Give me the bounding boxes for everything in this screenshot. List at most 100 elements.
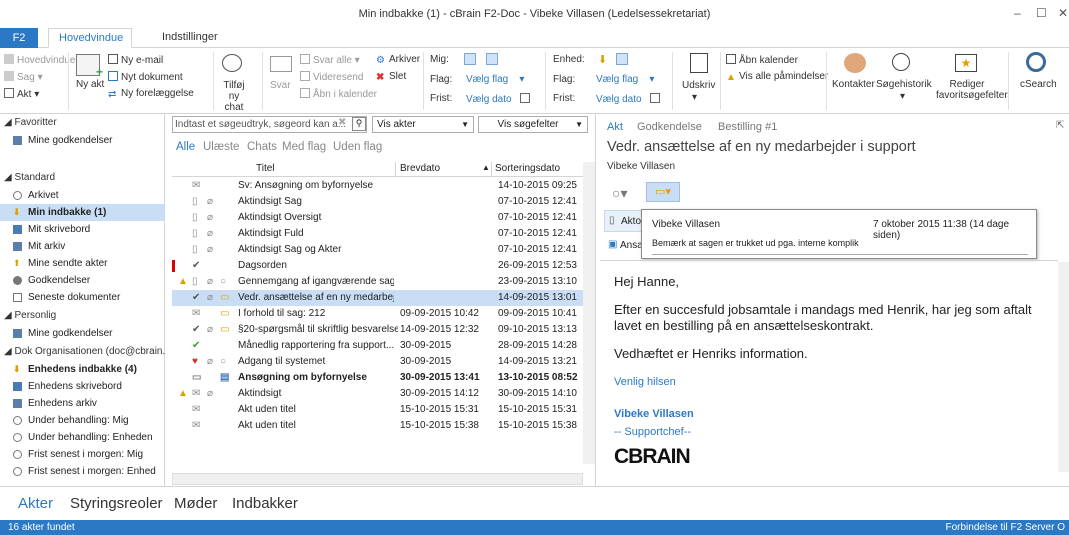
preview-scrollbar[interactable] [1058,262,1069,472]
mig-flag-select[interactable]: Vælg flag ▾ [466,74,524,85]
column-sorteringsdato[interactable]: Sorteringsdato [495,163,560,174]
enhed-frist-picker[interactable]: Vælg dato [596,93,663,105]
sidebar-item-arkivet[interactable]: Arkivet [0,187,165,204]
kontakter-button[interactable]: Kontakter [832,79,875,90]
popout-icon[interactable]: ⇱ [1056,120,1064,131]
svar-button[interactable]: Svar [270,80,291,91]
arkiver-button[interactable]: ⚙ Arkiver [376,54,420,66]
table-row[interactable]: ▯ ⌀ Aktindsigt Sag og Akter 07-10-2015 12:4… [172,242,583,258]
sidebar-item-godkendelser[interactable]: Godkendelser [0,272,165,289]
close-icon[interactable]: ✕ [1058,6,1068,20]
table-row[interactable]: ♥ ⌀ ○ Adgang til systemet 30-09-2015 14-09-20… [172,354,583,370]
sidebar-item-seneste-dokumenter[interactable]: Seneste dokumenter [0,289,165,306]
table-row[interactable]: ▯ ⌀ Aktindsigt Oversigt 07-10-2015 12:41 [172,210,583,226]
column-title[interactable]: Titel [256,163,275,174]
sidebar-item-enhedens-skrivebord[interactable]: Enhedens skrivebord [0,378,165,395]
nav-styringsreoler[interactable]: Styringsreoler [70,495,163,512]
sidebar-item-under-behandling-mig[interactable]: Under behandling: Mig [0,412,165,429]
sidebar-item-frist-enhed[interactable]: Frist senest i morgen: Enhed [0,463,165,480]
table-row-selected[interactable]: ✔ ⌀ ▭ Vedr. ansættelse af en ny medarbej...… [172,290,583,306]
filter-uden-flag[interactable]: Uden flag [333,141,382,153]
filter-ulaeste[interactable]: Ulæste [203,141,239,153]
maximize-icon[interactable]: ☐ [1036,6,1047,20]
svar-alle-button[interactable]: Svar alle ▾ [300,54,360,66]
sidebar-item-frist-mig[interactable]: Frist senest i morgen: Mig [0,446,165,463]
column-brevdato[interactable]: Brevdato [400,163,440,174]
sidebar-group-dok-organisationen[interactable]: ◢ Dok Organisationen (doc@cbrain. [0,343,165,360]
sidebar-item-min-indbakke[interactable]: ⬇ Min indbakke (1) [0,204,165,221]
soegehistorik-dropdown-icon[interactable]: ▾ [900,91,905,102]
minimize-icon[interactable]: – [1014,6,1021,20]
videresend-button[interactable]: Videresend [300,71,363,83]
tab-hovedvindue[interactable]: Hovedvindue [48,28,132,48]
sidebar-item-mit-arkiv[interactable]: Mit arkiv [0,238,165,255]
udskriv-dropdown-icon[interactable]: ▾ [692,92,697,103]
filter-chats[interactable]: Chats [247,141,277,153]
akt-button[interactable]: Akt ▾ [4,88,39,100]
sidebar-item-fav-mine-godkendelser[interactable]: Mine godkendelser [0,132,165,149]
preview-tab-akt[interactable]: Akt [607,121,623,133]
attachment-tab-2[interactable]: ▣ Ansa [604,236,644,256]
folder-dropdown-button[interactable]: ▭▾ [646,182,680,202]
attachment-tab-1[interactable]: ▯ Akto [604,210,644,232]
preview-tab-bestilling[interactable]: Bestilling #1 [718,121,777,133]
enhed-flag-select[interactable]: Vælg flag ▾ [596,74,654,85]
table-row[interactable]: ✔ Dagsorden 26-09-2015 12:53 [172,258,583,274]
table-row[interactable]: ✉ Akt uden titel 15-10-2015 15:38 15-10-201… [172,418,583,434]
table-row[interactable]: ▲ ✉ ⌀ Aktindsigt 30-09-2015 14:12 30-09-2015 … [172,386,583,402]
rediger-favorit-button[interactable]: Rediger favoritsøgefelter [936,79,1008,101]
mig-desk-icon[interactable] [486,53,498,65]
aabn-i-kalender-button[interactable]: Åbn i kalender [300,88,377,100]
hovedvindue-button[interactable]: Hovedvindue [4,54,75,66]
table-row[interactable]: ▲ ▯ ⌀ ○ Gennemgang af igangværende sag... 23-… [172,274,583,290]
tab-f2[interactable]: F2 [0,28,38,48]
table-row[interactable]: ▭ ▤ Ansøgning om byfornyelse 30-09-2015 13:… [172,370,583,386]
filter-alle[interactable]: Alle [176,141,195,153]
chat-dropdown-icon[interactable]: ○▾ [612,185,627,202]
csearch-button[interactable]: cSearch [1020,79,1057,90]
vis-alle-paamindelser-button[interactable]: ▲ Vis alle påmindelser [726,71,828,83]
sidebar-item-pers-mine-godkendelser[interactable]: Mine godkendelser [0,325,165,342]
table-row[interactable]: ✔ Månedlig rapportering fra support... 30-… [172,338,583,354]
preview-tab-godkendelse[interactable]: Godkendelse [637,121,702,133]
sidebar-group-standard[interactable]: ◢ Standard [0,169,165,186]
udskriv-button[interactable]: Udskriv [682,80,715,91]
sag-button[interactable]: Sag ▾ [4,71,43,83]
slet-button[interactable]: ✖ Slet [376,71,406,83]
table-row[interactable]: ✉ Akt uden titel 15-10-2015 15:31 15-10-201… [172,402,583,418]
nyt-dokument-button[interactable]: Nyt dokument [108,71,183,83]
table-row[interactable]: ✉ Sv: Ansøgning om byfornyelse 14-10-2015 … [172,178,583,194]
nav-moeder[interactable]: Møder [174,495,217,512]
sidebar-group-personlig[interactable]: ◢ Personlig [0,307,165,324]
nav-indbakker[interactable]: Indbakker [232,495,298,512]
filter-med-flag[interactable]: Med flag [282,141,326,153]
sidebar-item-enhedens-indbakke[interactable]: ⬇ Enhedens indbakke (4) [0,361,165,378]
clear-search-icon[interactable]: ✖ [338,117,346,128]
enhed-inbox-icon[interactable]: ⬇ [598,53,608,66]
scope-select[interactable]: Vis akter ▼ [372,116,474,133]
sidebar-item-mit-skrivebord[interactable]: Mit skrivebord [0,221,165,238]
sidebar-item-enhedens-arkiv[interactable]: Enhedens arkiv [0,395,165,412]
tab-indstillinger[interactable]: Indstillinger [152,28,228,48]
ny-akt-button[interactable]: Ny akt [76,80,104,90]
sidebar-item-mine-sendte-akter[interactable]: ⬆ Mine sendte akter [0,255,165,272]
table-row[interactable]: ▯ ⌀ Aktindsigt Fuld 07-10-2015 12:41 [172,226,583,242]
mig-inbox-icon[interactable] [464,53,476,65]
nav-akter[interactable]: Akter [18,495,53,512]
table-row[interactable]: ✉ ▭ I forhold til sag: 212 09-09-2015 10:42… [172,306,583,322]
sidebar-item-under-behandling-enheden[interactable]: Under behandling: Enheden [0,429,165,446]
tilfoej-chat-button[interactable]: Tilføj ny chat [218,80,250,113]
sidebar-group-favoritter[interactable]: ◢ Favoritter [0,114,165,131]
soegehistorik-button[interactable]: Søgehistorik [876,79,932,90]
ny-email-button[interactable]: Ny e-mail [108,54,163,66]
mig-frist-picker[interactable]: Vælg dato [466,93,533,105]
list-vertical-scrollbar[interactable] [583,162,595,464]
fields-select[interactable]: Vis søgefelter ▼ [478,116,588,133]
list-horizontal-scrollbar[interactable] [172,473,583,485]
table-row[interactable]: ▯ ⌀ Aktindsigt Sag 07-10-2015 12:41 [172,194,583,210]
table-row[interactable]: ✔ ⌀ ▭ §20-spørgsmål til skriftlig besvarels… [172,322,583,338]
aabn-kalender-button[interactable]: Åbn kalender [726,54,798,66]
ny-foreloeggelse-button[interactable]: ⇄ Ny forelæggelse [108,88,194,100]
enhed-desk-icon[interactable] [616,53,628,65]
search-icon[interactable]: ⚲ [352,117,366,131]
